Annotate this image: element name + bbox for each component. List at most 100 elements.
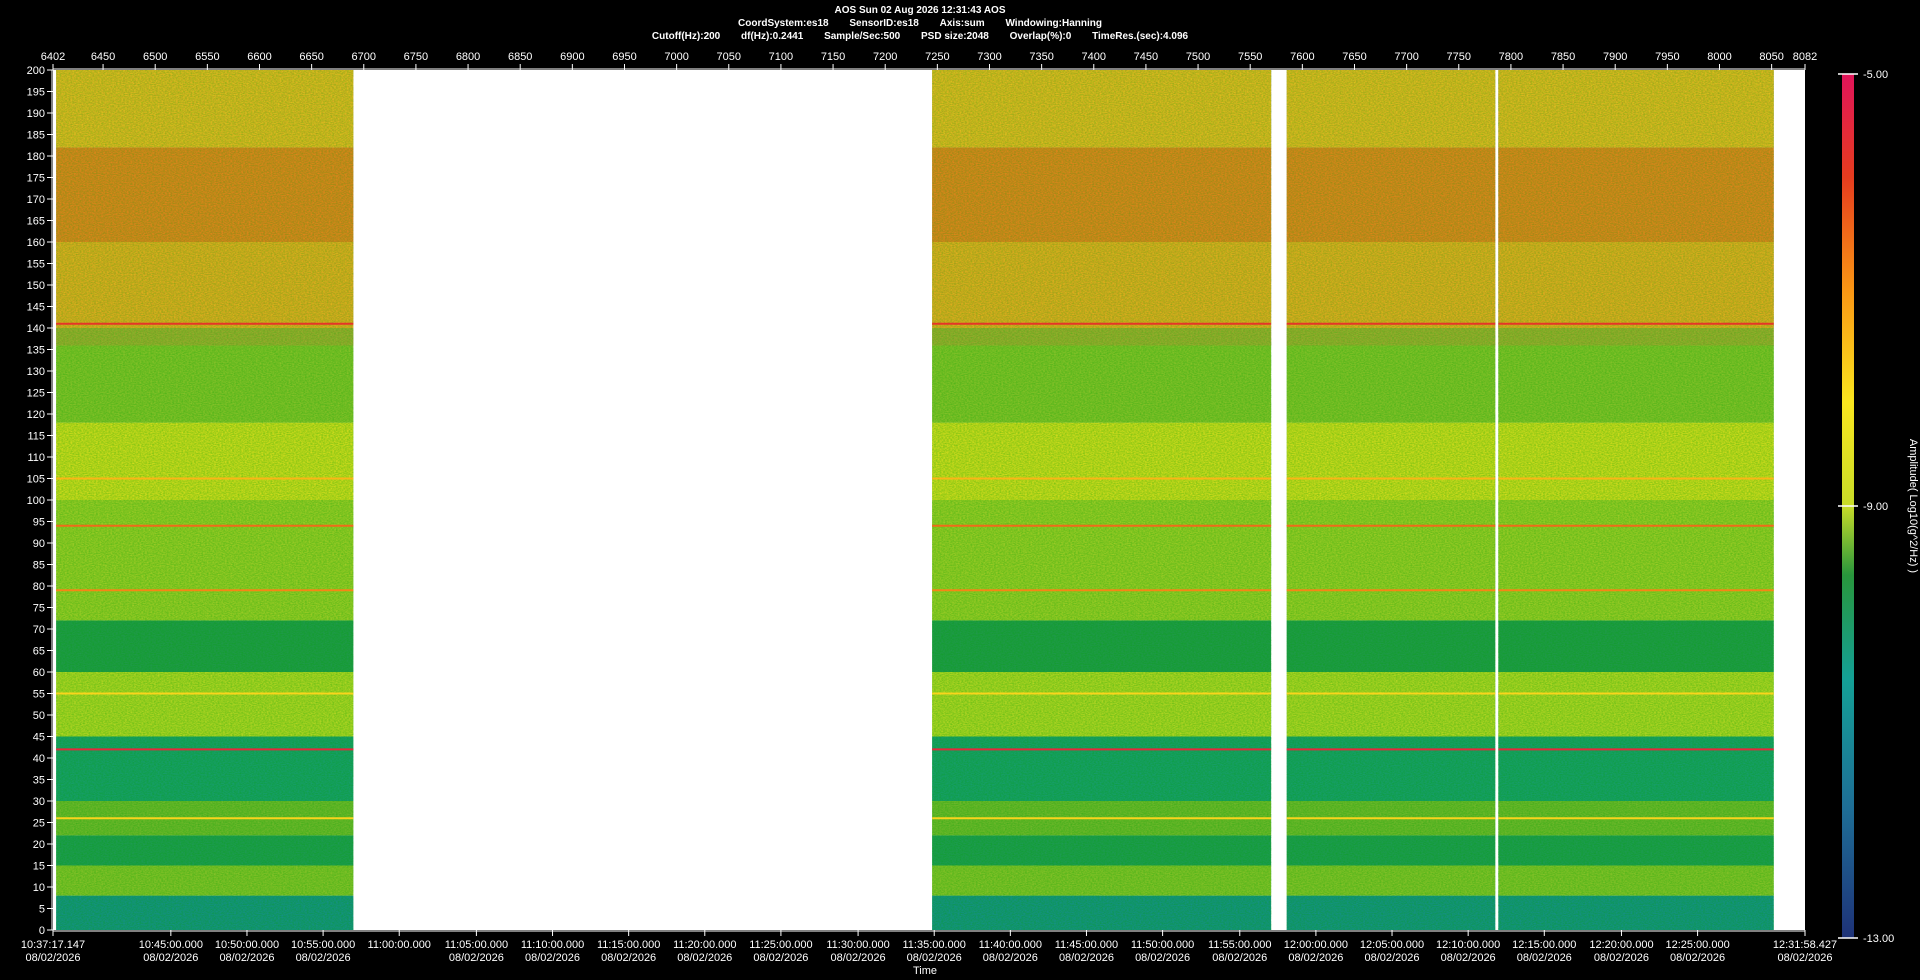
colorbar: -5.00 -9.00 -13.00 Amplitude( Log10(g^2/Hz)…	[1838, 69, 1919, 945]
spectrogram-chart: 6402 6450 6500 6550 6600 6650 6700 6750 6800 6850…	[21, 51, 1919, 977]
frequency-tick-label: 150	[27, 280, 45, 292]
frame-tick-label: 7250	[925, 51, 949, 63]
frequency-tick-label: 185	[27, 130, 45, 142]
frequency-tick-label: 30	[33, 796, 45, 808]
frequency-tick-label: 195	[27, 87, 45, 99]
time-tick-label: 10:45:00.000	[139, 939, 203, 951]
frame-tick-label: 6500	[143, 51, 167, 63]
frequency-tick-label: 175	[27, 173, 45, 185]
frequency-tick-label: 145	[27, 302, 45, 314]
frequency-tick-label: 140	[27, 323, 45, 335]
frequency-tick-label: 85	[33, 560, 45, 572]
frame-tick-label: 7100	[769, 51, 793, 63]
frequency-tick-label: 90	[33, 538, 45, 550]
frequency-tick-label: 20	[33, 839, 45, 851]
frame-tick-label: 7150	[821, 51, 845, 63]
time-tick-label: 11:35:00.000	[903, 939, 966, 951]
time-tick-label: 11:20:00.000	[673, 939, 736, 951]
time-tick-label: 11:40:00.000	[979, 939, 1042, 951]
date-tick-label: 08/02/2026	[677, 952, 732, 964]
frequency-axis: 0 5 10 15 20 25 30 35 40 45 50 55 60 65 70 75 80 85 90 95 10…	[27, 65, 53, 937]
colorbar-tick-label: -9.00	[1863, 501, 1888, 513]
frame-tick-label: 6450	[91, 51, 115, 63]
date-tick-label: 08/02/2026	[983, 952, 1038, 964]
spectrogram-segment	[56, 70, 354, 930]
frame-tick-label: 7750	[1447, 51, 1471, 63]
frequency-tick-label: 0	[39, 925, 45, 937]
time-axis: 10:37:17.14708/02/202610:45:00.00008/02/…	[21, 930, 1837, 964]
frame-tick-label: 7350	[1029, 51, 1053, 63]
frame-tick-label: 6550	[195, 51, 219, 63]
noise-texture-high	[1286, 70, 1496, 346]
noise-texture-high	[56, 70, 354, 346]
frame-tick-label: 6650	[299, 51, 323, 63]
frequency-tick-label: 25	[33, 818, 45, 830]
date-tick-label: 08/02/2026	[1594, 952, 1649, 964]
time-tick-label: 10:50:00.000	[215, 939, 279, 951]
date-tick-label: 08/02/2026	[1288, 952, 1343, 964]
date-tick-label: 08/02/2026	[1059, 952, 1114, 964]
frame-tick-label: 8082	[1793, 51, 1817, 63]
time-tick-label: 11:30:00.000	[826, 939, 889, 951]
frequency-tick-label: 155	[27, 259, 45, 271]
frame-tick-label: 6600	[247, 51, 271, 63]
date-tick-label: 08/02/2026	[1364, 952, 1419, 964]
time-tick-label: 11:15:00.000	[597, 939, 660, 951]
frame-tick-label: 7550	[1238, 51, 1262, 63]
date-tick-label: 08/02/2026	[831, 952, 886, 964]
frame-tick-label: 7950	[1655, 51, 1679, 63]
time-tick-label: 11:10:00.000	[521, 939, 584, 951]
frame-tick-label: 7300	[977, 51, 1001, 63]
time-tick-label: 11:55:00.000	[1208, 939, 1271, 951]
frequency-tick-label: 135	[27, 345, 45, 357]
frequency-tick-label: 55	[33, 689, 45, 701]
frequency-tick-label: 120	[27, 409, 45, 421]
frequency-tick-label: 50	[33, 710, 45, 722]
frequency-tick-label: 200	[27, 65, 45, 77]
frequency-tick-label: 70	[33, 624, 45, 636]
frame-tick-label: 7800	[1499, 51, 1523, 63]
colorbar-tick-label: -13.00	[1863, 933, 1894, 945]
frame-axis: 6402 6450 6500 6550 6600 6650 6700 6750 6800 6850…	[41, 51, 1817, 70]
frequency-tick-label: 115	[27, 431, 45, 443]
frame-tick-label: 8000	[1707, 51, 1731, 63]
frame-tick-label: 8050	[1759, 51, 1783, 63]
frequency-tick-label: 35	[33, 775, 45, 787]
frequency-tick-label: 65	[33, 646, 45, 658]
frame-tick-label: 6900	[560, 51, 584, 63]
frequency-tick-label: 105	[27, 474, 45, 486]
time-tick-label: 12:20:00.000	[1589, 939, 1653, 951]
frequency-tick-label: 60	[33, 667, 45, 679]
date-tick-label: 08/02/2026	[907, 952, 962, 964]
date-tick-label: 08/02/2026	[1517, 952, 1572, 964]
frame-tick-label: 7200	[873, 51, 897, 63]
time-tick-label: 11:45:00.000	[1055, 939, 1118, 951]
date-tick-label: 08/02/2026	[1135, 952, 1190, 964]
date-tick-label: 08/02/2026	[143, 952, 198, 964]
time-tick-label: 10:55:00.000	[291, 939, 355, 951]
time-tick-label: 11:50:00.000	[1131, 939, 1194, 951]
frequency-tick-label: 170	[27, 194, 45, 206]
time-tick-label: 12:00:00.000	[1284, 939, 1348, 951]
time-tick-label: 12:10:00.000	[1436, 939, 1500, 951]
frame-tick-label: 7400	[1082, 51, 1106, 63]
frequency-tick-label: 125	[27, 388, 45, 400]
date-tick-label: 08/02/2026	[1670, 952, 1725, 964]
date-tick-label: 08/02/2026	[1777, 952, 1832, 964]
time-tick-label: 11:05:00.000	[445, 939, 508, 951]
noise-texture-high	[932, 70, 1272, 346]
frequency-tick-label: 10	[33, 882, 45, 894]
time-tick-label: 11:25:00.000	[749, 939, 812, 951]
spectrogram-segment	[1286, 70, 1496, 930]
colorbar-tick-label: -5.00	[1863, 69, 1888, 81]
x-axis-title: Time	[913, 965, 937, 977]
frequency-tick-label: 180	[27, 151, 45, 163]
frame-tick-label: 7600	[1290, 51, 1314, 63]
frame-tick-label: 6850	[508, 51, 532, 63]
frequency-tick-label: 75	[33, 603, 45, 615]
time-tick-label: 12:15:00.000	[1512, 939, 1576, 951]
frequency-tick-label: 110	[27, 452, 45, 464]
date-tick-label: 08/02/2026	[525, 952, 580, 964]
frame-tick-label: 7450	[1134, 51, 1158, 63]
date-tick-label: 08/02/2026	[449, 952, 504, 964]
